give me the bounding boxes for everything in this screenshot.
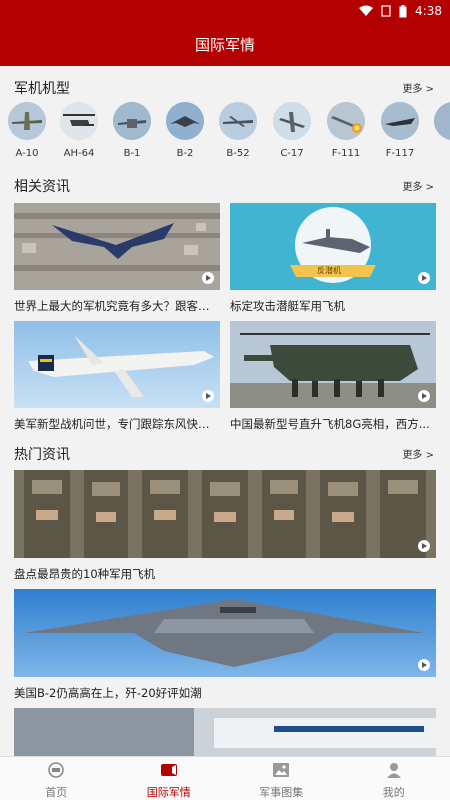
status-bar: 4:38 <box>0 0 450 24</box>
aircraft-item-partial[interactable]: F <box>431 102 450 159</box>
app-header: 国际军情 <box>0 24 450 66</box>
play-icon <box>202 390 214 402</box>
aircraft-thumb <box>8 102 46 140</box>
status-icons: 4:38 <box>359 4 442 18</box>
hot-card[interactable]: 美国B-2仍高高在上，歼-20好评如潮 <box>14 589 436 701</box>
tab-home[interactable]: 首页 <box>0 757 113 800</box>
banner-badge: 反潜机 <box>317 266 341 275</box>
tab-label: 国际军情 <box>146 786 191 799</box>
related-section-title: 相关资讯 <box>14 179 70 195</box>
related-card[interactable]: 中国最新型号直升飞机8G亮相，西方... <box>230 321 436 432</box>
aircraft-label: F <box>431 148 450 159</box>
aircraft-item-b2[interactable]: B-2 <box>163 102 207 159</box>
aircraft-label: F-117 <box>385 148 415 159</box>
aircraft-label: A-10 <box>15 148 39 159</box>
play-icon <box>418 540 430 552</box>
aircraft-label: B-52 <box>226 148 250 159</box>
news-thumbnail <box>14 708 436 756</box>
related-card[interactable]: 反潜机 标定攻击潜艇军用飞机 <box>230 203 436 314</box>
bottom-tab-bar: 首页 国际军情 军事图集 我的 <box>0 756 450 800</box>
aircraft-label: B-1 <box>123 148 141 159</box>
related-more-link[interactable]: 更多 > <box>402 178 434 193</box>
hot-more-link[interactable]: 更多 > <box>402 446 434 461</box>
hot-section-header: 热门资讯 更多 > <box>0 438 450 466</box>
aircraft-label: B-2 <box>176 148 194 159</box>
aircraft-label: AH-64 <box>63 148 95 159</box>
aircraft-item-ah64[interactable]: AH-64 <box>57 102 101 159</box>
tab-label: 军事图集 <box>259 786 304 799</box>
tab-label: 首页 <box>45 786 68 799</box>
aircraft-item-f111[interactable]: F-111 <box>324 102 368 159</box>
battery-icon <box>399 4 407 17</box>
aircraft-section-title: 军机机型 <box>14 81 70 97</box>
play-icon <box>418 390 430 402</box>
news-thumbnail <box>230 321 436 408</box>
aircraft-section-header: 军机机型 更多 > <box>0 72 450 100</box>
news-caption: 美军新型战机问世，专门跟踪东风快递... <box>14 417 220 431</box>
news-caption: 盘点最昂贵的10种军用飞机 <box>14 567 156 581</box>
aircraft-thumb <box>113 102 151 140</box>
aircraft-thumb <box>60 102 98 140</box>
aircraft-thumb <box>219 102 257 140</box>
tab-label: 我的 <box>382 786 405 799</box>
aircraft-thumb <box>434 102 450 140</box>
news-caption: 标定攻击潜艇军用飞机 <box>230 299 345 313</box>
tab-mine[interactable]: 我的 <box>338 757 450 800</box>
news-caption: 世界上最大的军机究竟有多大？跟客机... <box>14 299 220 313</box>
news-thumbnail <box>14 470 436 558</box>
news-thumbnail <box>14 321 220 408</box>
aircraft-item-c17[interactable]: C-17 <box>270 102 314 159</box>
content-scroll[interactable]: 军机机型 更多 > A-10 AH-64 B-1 B-2 B-52 C-17 F… <box>0 66 450 756</box>
aircraft-label: C-17 <box>280 148 304 159</box>
aircraft-item-b1[interactable]: B-1 <box>110 102 154 159</box>
user-icon <box>386 763 401 778</box>
news-caption: 中国最新型号直升飞机8G亮相，西方... <box>230 417 430 431</box>
related-section-header: 相关资讯 更多 > <box>0 170 450 198</box>
wifi-icon <box>359 5 374 16</box>
page-title: 国际军情 <box>194 36 255 54</box>
tab-intl-military[interactable]: 国际军情 <box>113 757 226 800</box>
aircraft-thumb <box>381 102 419 140</box>
play-icon <box>418 272 430 284</box>
hot-section-title: 热门资讯 <box>14 447 70 463</box>
news-thumbnail: 反潜机 <box>230 203 436 290</box>
aircraft-thumb <box>327 102 365 140</box>
aircraft-label: F-111 <box>331 148 361 159</box>
play-icon <box>418 659 430 671</box>
hot-card[interactable]: 盘点最昂贵的10种军用飞机 <box>14 470 436 582</box>
status-time: 4:38 <box>415 4 442 18</box>
news-caption: 美国B-2仍高高在上，歼-20好评如潮 <box>14 686 202 700</box>
tab-gallery[interactable]: 军事图集 <box>225 757 338 800</box>
aircraft-model-list[interactable]: A-10 AH-64 B-1 B-2 B-52 C-17 F-111 F-117 <box>0 102 450 162</box>
image-icon <box>273 763 290 777</box>
sim-icon <box>381 5 391 17</box>
related-card[interactable]: 美军新型战机问世，专门跟踪东风快递... <box>14 321 220 432</box>
aircraft-thumb <box>273 102 311 140</box>
play-icon <box>202 272 214 284</box>
home-icon <box>48 762 64 778</box>
aircraft-item-a10[interactable]: A-10 <box>5 102 49 159</box>
hot-card[interactable] <box>14 708 436 756</box>
related-card[interactable]: 世界上最大的军机究竟有多大？跟客机... <box>14 203 220 314</box>
aircraft-thumb <box>166 102 204 140</box>
news-thumbnail <box>14 203 220 290</box>
video-icon <box>160 764 177 776</box>
news-thumbnail <box>14 589 436 677</box>
aircraft-item-f117[interactable]: F-117 <box>378 102 422 159</box>
aircraft-more-link[interactable]: 更多 > <box>402 80 434 95</box>
aircraft-item-b52[interactable]: B-52 <box>216 102 260 159</box>
